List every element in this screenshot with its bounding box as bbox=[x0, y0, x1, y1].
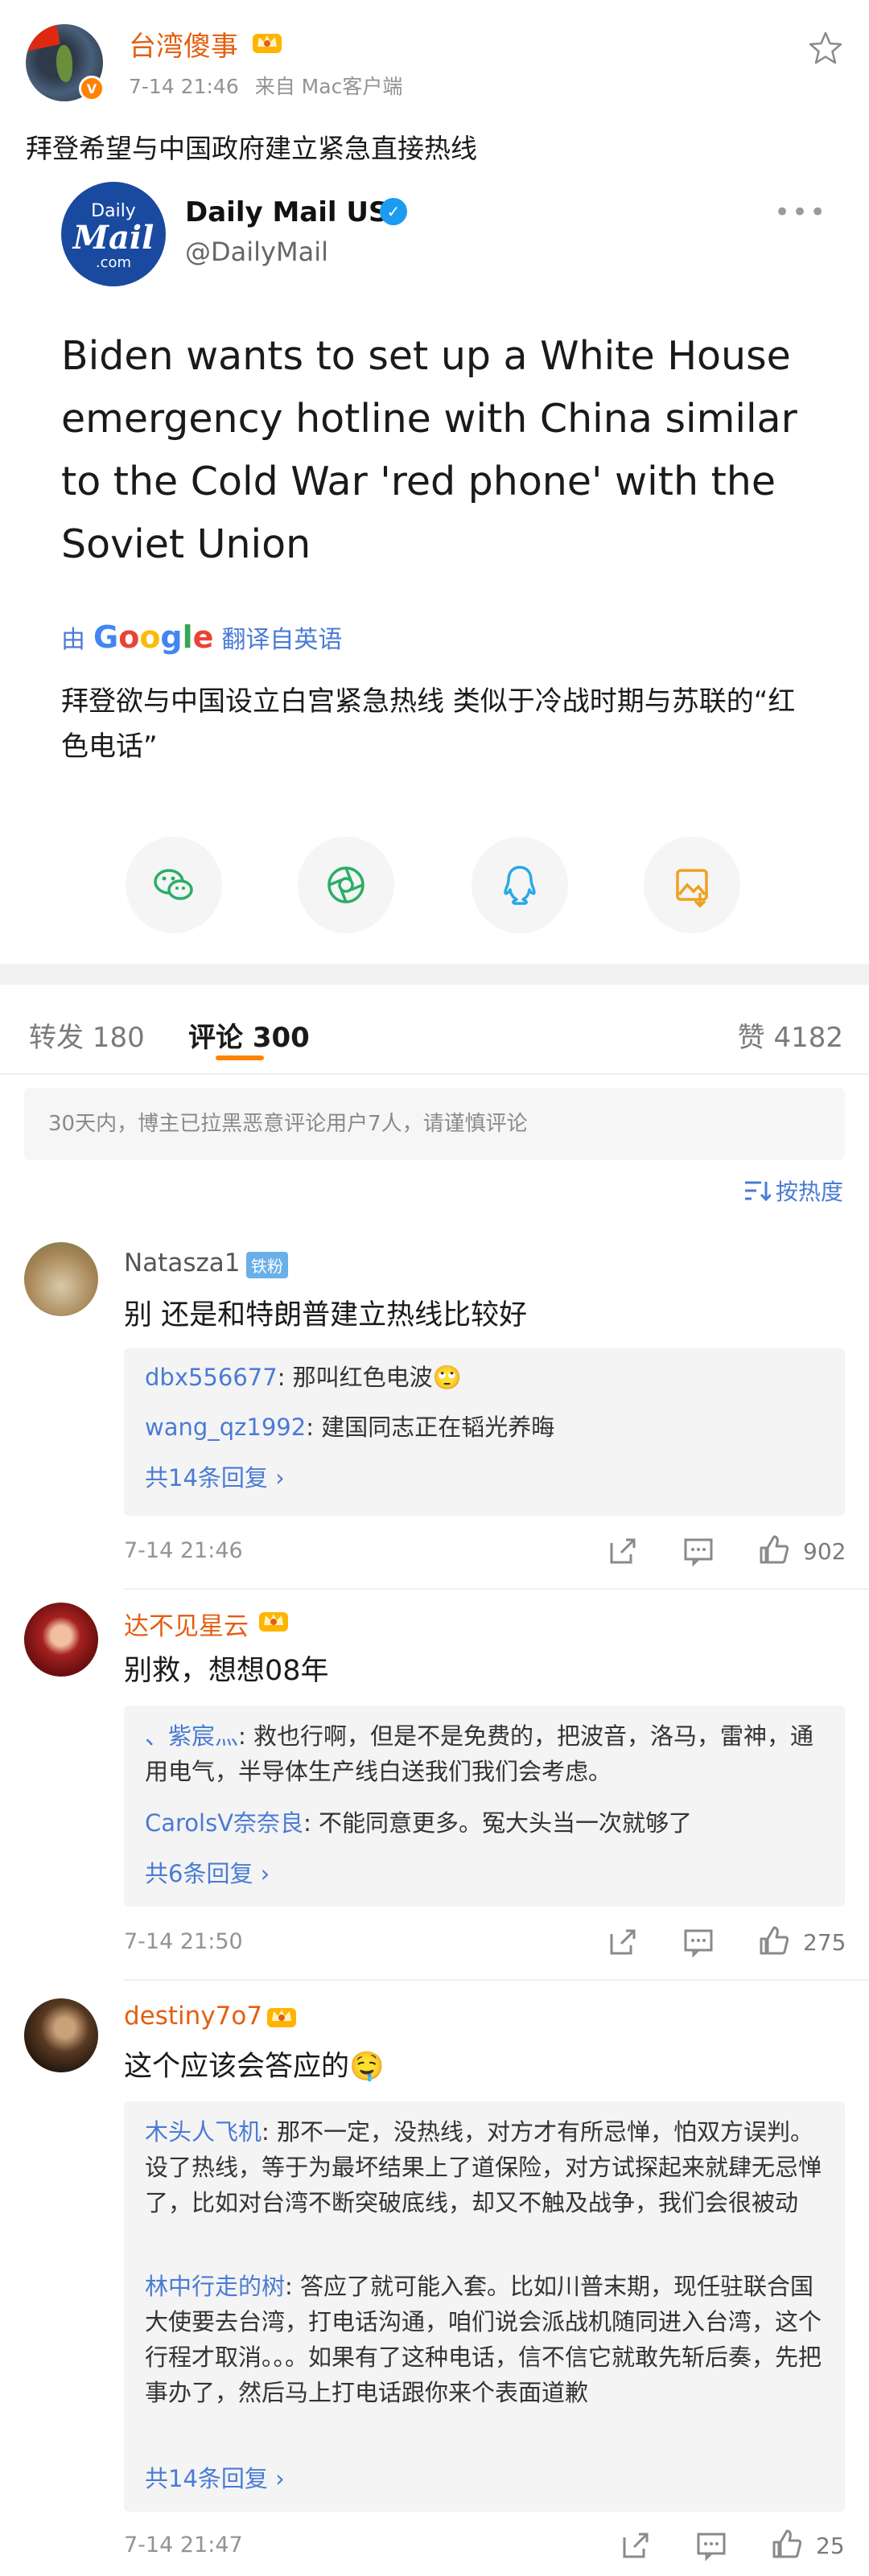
commenter-name[interactable]: destiny7o7 bbox=[124, 2002, 262, 2031]
share-moments-button[interactable] bbox=[298, 837, 394, 933]
like-icon[interactable] bbox=[758, 1533, 790, 1566]
tab-comments[interactable]: 评论 300 bbox=[188, 1015, 310, 1055]
comment-time: 7-14 21:46 bbox=[124, 1538, 243, 1563]
share-wechat-button[interactable] bbox=[126, 837, 222, 933]
share-icon[interactable] bbox=[607, 1535, 639, 1567]
post-source: 来自 Mac客户端 bbox=[254, 75, 403, 98]
more-replies-link[interactable]: 共14条回复 › bbox=[145, 1459, 285, 1493]
share-icon[interactable] bbox=[620, 2529, 652, 2562]
like-icon[interactable] bbox=[771, 2528, 803, 2560]
author-name[interactable]: 台湾傻事 bbox=[129, 24, 238, 64]
tweet-author-name[interactable]: Daily Mail US bbox=[185, 196, 389, 228]
favorite-star-icon[interactable] bbox=[806, 29, 845, 68]
like-count: 902 bbox=[803, 1538, 846, 1565]
more-options-icon[interactable]: ••• bbox=[774, 196, 827, 228]
vip-crown-icon bbox=[253, 34, 282, 53]
tab-repost[interactable]: 转发 180 bbox=[29, 1015, 145, 1055]
share-qq-button[interactable] bbox=[472, 837, 568, 933]
google-logo: Google bbox=[93, 619, 214, 655]
verified-badge-icon: V bbox=[79, 76, 105, 101]
reply-line: wang_qz1992: 建国同志正在韬光养晦 bbox=[145, 1414, 555, 1441]
section-separator bbox=[0, 964, 869, 985]
tweet-body: Biden wants to set up a White House emer… bbox=[61, 333, 797, 567]
like-count: 25 bbox=[816, 2533, 845, 2559]
iron-fan-badge: 铁粉 bbox=[246, 1252, 288, 1278]
save-image-icon bbox=[676, 869, 708, 908]
comment-time: 7-14 21:50 bbox=[124, 1929, 243, 1954]
translate-label: 由 Google 翻译自英语 bbox=[61, 619, 343, 655]
reply-line: 木头人飞机: 那不一定，没热线，对方才有所忌惮，怕双方误判。设了热线，等于为最坏… bbox=[145, 2118, 822, 2216]
reply-box[interactable]: dbx556677: 那叫红色电波🙄 wang_qz1992: 建国同志正在韬光… bbox=[124, 1348, 845, 1516]
tab-likes[interactable]: 赞 4182 bbox=[738, 1015, 843, 1055]
comment-text: 别 还是和特朗普建立热线比较好 bbox=[124, 1299, 528, 1331]
post-meta: 7-14 21:46 来自 Mac客户端 bbox=[129, 71, 402, 100]
reply-box[interactable]: 木头人飞机: 那不一定，没热线，对方才有所忌惮，怕双方误判。设了热线，等于为最坏… bbox=[124, 2101, 845, 2512]
translated-text: 拜登欲与中国设立白宫紧急热线 类似于冷战时期与苏联的“红色电话” bbox=[61, 685, 796, 763]
comment-time: 7-14 21:47 bbox=[124, 2533, 243, 2557]
reply-line: 林中行走的树: 答应了就可能入套。比如川普末期，现任驻联合国大使要去台湾，打电话… bbox=[145, 2273, 822, 2406]
commenter-name[interactable]: Natasza1 bbox=[124, 1249, 240, 1278]
active-tab-indicator bbox=[216, 1056, 264, 1060]
reply-line: 、紫宸灬: 救也行啊，但是不是免费的，把波音，洛马，雷神，通用电气，半导体生产线… bbox=[145, 1722, 814, 1785]
reply-line: CarolsV奈奈良: 不能同意更多。冤大头当一次就够了 bbox=[145, 1809, 693, 1837]
reply-line: dbx556677: 那叫红色电波🙄 bbox=[145, 1364, 462, 1391]
avatar[interactable] bbox=[24, 1242, 98, 1316]
comment-text: 这个应该会答应的🤤 bbox=[124, 2051, 385, 2083]
share-icon[interactable] bbox=[607, 1926, 639, 1958]
qq-icon bbox=[504, 866, 536, 905]
daily-mail-logo[interactable]: Daily Mail .com bbox=[61, 182, 166, 286]
sort-by-hot-button[interactable]: 按热度 bbox=[743, 1175, 843, 1207]
verified-check-icon: ✓ bbox=[380, 198, 407, 225]
comment-icon[interactable] bbox=[682, 1926, 715, 1958]
reply-box[interactable]: 、紫宸灬: 救也行啊，但是不是免费的，把波音，洛马，雷神，通用电气，半导体生产线… bbox=[124, 1706, 845, 1907]
save-image-button[interactable] bbox=[644, 837, 740, 933]
avatar[interactable] bbox=[24, 1998, 98, 2072]
comment-icon[interactable] bbox=[682, 1535, 715, 1567]
vip-crown-icon bbox=[267, 2008, 296, 2027]
flag-icon bbox=[26, 24, 61, 52]
like-count: 275 bbox=[803, 1929, 846, 1956]
like-icon[interactable] bbox=[758, 1924, 790, 1957]
vip-crown-icon bbox=[259, 1612, 288, 1632]
sort-icon bbox=[744, 1181, 771, 1202]
commenter-name[interactable]: 达不见星云 bbox=[124, 1606, 249, 1642]
post-time: 7-14 21:46 bbox=[129, 75, 239, 98]
more-replies-link[interactable]: 共6条回复 › bbox=[145, 1855, 270, 1889]
comment-icon[interactable] bbox=[695, 2529, 727, 2562]
post-text: 拜登希望与中国政府建立紧急直接热线 bbox=[26, 133, 477, 164]
avatar[interactable] bbox=[24, 1603, 98, 1677]
wechat-icon bbox=[154, 869, 193, 900]
comment-text: 别救，想想08年 bbox=[124, 1655, 329, 1687]
tweet-handle[interactable]: @DailyMail bbox=[185, 237, 328, 267]
more-replies-link[interactable]: 共14条回复 › bbox=[145, 2460, 285, 2494]
comment-notice: 30天内，博主已拉黑恶意评论用户7人，请谨慎评论 bbox=[24, 1088, 845, 1160]
moments-icon bbox=[327, 866, 364, 903]
